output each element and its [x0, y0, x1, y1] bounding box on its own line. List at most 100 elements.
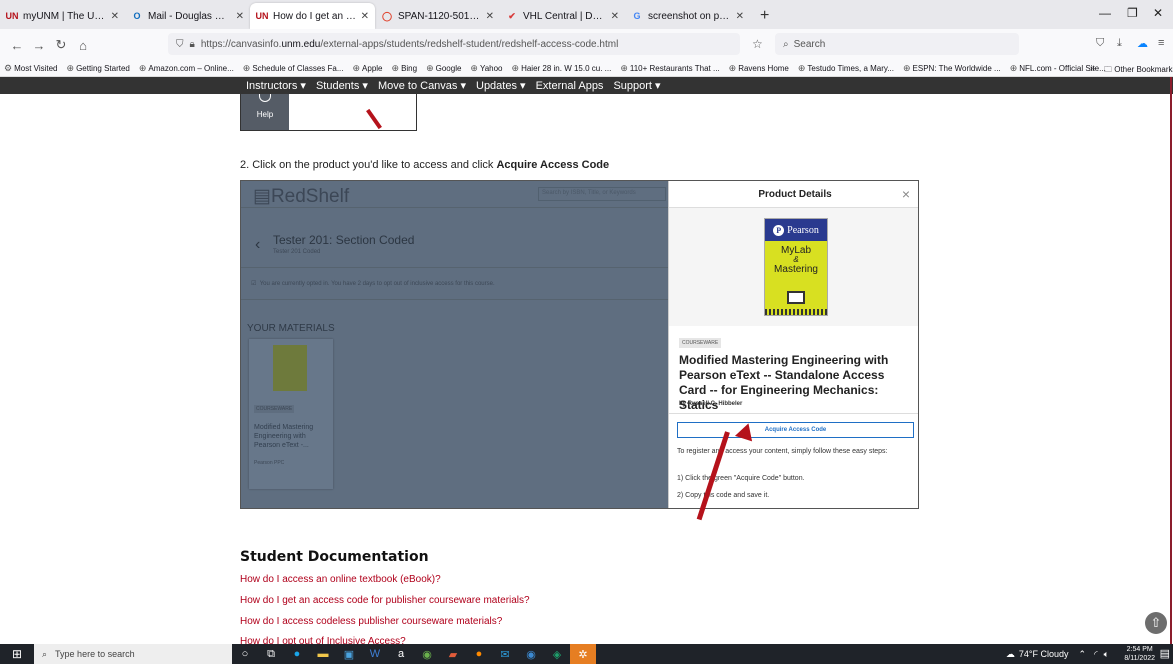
bookmark-item[interactable]: ⊕ Google: [426, 63, 461, 74]
close-window-icon[interactable]: ✕: [1153, 6, 1163, 20]
more-bookmarks-icon[interactable]: »: [1090, 63, 1095, 73]
bookmark-item[interactable]: ⊕ 110+ Restaurants That ...: [620, 63, 719, 74]
firefox-icon[interactable]: ●: [466, 644, 492, 664]
browser-tab[interactable]: Gscreenshot on pc - Google Sea ✕: [625, 3, 750, 29]
bookmark-item[interactable]: ⊕ ESPN: The Worldwide ...: [903, 63, 1001, 74]
browser-tab[interactable]: UN How do I get an access code fo ✕: [250, 3, 375, 29]
globe-icon: ⊕: [1009, 63, 1018, 73]
site-nav-item[interactable]: Move to Canvas ▾: [378, 79, 466, 92]
bookmark-label: ESPN: The Worldwide ...: [912, 64, 1001, 73]
help-screenshot: Help: [240, 94, 417, 131]
store-icon[interactable]: ▣: [336, 644, 362, 664]
bookmark-item[interactable]: ⊕ Getting Started: [67, 63, 130, 74]
account-icon[interactable]: ☁: [1137, 37, 1148, 50]
close-icon: ×: [901, 186, 910, 202]
bookmark-star-icon[interactable]: ☆: [752, 37, 763, 51]
browser-tab[interactable]: O Mail - Douglas Deane - Outlook ✕: [125, 3, 250, 29]
forward-icon[interactable]: →: [28, 38, 50, 53]
app-icon[interactable]: ◈: [544, 644, 570, 664]
url-bar[interactable]: ⛉ 🔒︎ https://canvasinfo. unm.edu/external…: [168, 33, 740, 55]
search-bar[interactable]: ⌕ Search: [775, 33, 1019, 55]
tab-close-icon[interactable]: ✕: [736, 11, 744, 22]
notification-icon[interactable]: ▤: [1160, 647, 1170, 660]
site-nav-item[interactable]: External Apps: [536, 80, 604, 92]
redshelf-background: ▤RedShelf Search by ISBN, Title, or Keyw…: [241, 181, 668, 508]
tab-close-icon[interactable]: ✕: [236, 11, 244, 22]
network-icon[interactable]: ◜: [1094, 649, 1098, 660]
minimize-icon[interactable]: —: [1099, 6, 1111, 20]
other-bookmarks[interactable]: 🗀︎ Other Bookmarks: [1104, 64, 1173, 76]
windows-start-icon[interactable]: ⊞: [0, 647, 34, 661]
maximize-icon[interactable]: ❐: [1127, 6, 1138, 20]
browser-tab[interactable]: ✔ VHL Central | Dashboard ✕: [500, 3, 625, 29]
chevron-up-icon[interactable]: ⌃: [1079, 649, 1087, 660]
shield-icon: ⛉: [176, 38, 184, 50]
bookmark-item[interactable]: ⚙ Most Visited: [4, 63, 58, 74]
doc-link-ebook[interactable]: How do I access an online textbook (eBoo…: [240, 574, 441, 585]
bookmark-item[interactable]: ⊕ Ravens Home: [729, 63, 789, 74]
mail-icon[interactable]: ✉: [492, 644, 518, 664]
tab-close-icon[interactable]: ✕: [611, 11, 619, 22]
site-nav-item[interactable]: Students ▾: [316, 79, 368, 92]
doc-link-access-code[interactable]: How do I get an access code for publishe…: [240, 595, 530, 606]
clock[interactable]: 2:54 PM 8/11/2022: [1124, 645, 1155, 663]
bookmark-label: Ravens Home: [738, 64, 789, 73]
cortana-icon[interactable]: ○: [232, 644, 258, 664]
site-nav-item[interactable]: Instructors ▾: [246, 79, 306, 92]
mylab-line2: Mastering: [774, 264, 818, 275]
bookmark-item[interactable]: ⊕ Yahoo: [470, 63, 502, 74]
bookmark-label: Amazon.com – Online...: [148, 64, 234, 73]
edge-icon[interactable]: ●: [284, 644, 310, 664]
tab-title: VHL Central | Dashboard: [523, 10, 607, 22]
taskbar-search-input[interactable]: ⌕ Type here to search: [34, 644, 232, 664]
tab-close-icon[interactable]: ✕: [361, 11, 369, 22]
chrome-icon[interactable]: ◉: [414, 644, 440, 664]
back-icon[interactable]: ←: [6, 38, 28, 53]
new-tab-button[interactable]: +: [750, 3, 779, 29]
pocket-icon[interactable]: ⛉: [1096, 37, 1104, 50]
file-explorer-icon[interactable]: ▬: [310, 644, 336, 664]
courseware-tag: COURSEWARE: [679, 338, 722, 348]
chrome-alt-icon[interactable]: ◉: [518, 644, 544, 664]
word-icon[interactable]: W: [362, 644, 388, 664]
tab-strip: UN myUNM | The University of New ✕ O Mail - …: [0, 0, 1173, 29]
home-icon[interactable]: ⌂: [72, 38, 94, 53]
download-icon[interactable]: ⤓: [1117, 37, 1122, 50]
browser-tab[interactable]: ◯ SPAN-1120-501 Fall 2022 ✕: [375, 3, 500, 29]
globe-icon: ⊕: [426, 63, 434, 73]
task-view-icon[interactable]: ⧉: [258, 644, 284, 664]
canvas-icon: ◯: [381, 10, 393, 21]
bookmark-item[interactable]: ⊕ Apple: [353, 63, 383, 74]
settings-icon[interactable]: ✲: [570, 644, 596, 664]
pearson-logo-icon: P: [773, 224, 785, 236]
bookmark-item[interactable]: ⊕ Bing: [392, 63, 418, 74]
mylab-ampersand: &: [793, 255, 799, 264]
bookmark-item[interactable]: ⊕ Haier 28 in. W 15.0 cu. ...: [512, 63, 612, 74]
menu-icon[interactable]: ≡: [1158, 37, 1164, 49]
bookmark-item[interactable]: ⊕ Testudo Times, a Mary...: [798, 63, 894, 74]
scroll-to-top-button[interactable]: ⇧: [1145, 612, 1167, 634]
windows-taskbar: ⊞ ⌕ Type here to search ○ ⧉ ● ▬ ▣ W a ◉ …: [0, 644, 1173, 664]
tab-title: How do I get an access code fo: [273, 10, 357, 22]
url-path: /external-apps/students/redshelf-student…: [320, 38, 619, 50]
bookmark-label: Getting Started: [76, 64, 130, 73]
unm-logo: UN: [255, 11, 269, 21]
search-icon: ⌕: [783, 38, 789, 50]
bookmark-item[interactable]: ⊕ Schedule of Classes Fa...: [243, 63, 344, 74]
volume-icon[interactable]: 🔈︎: [1104, 649, 1109, 660]
amazon-icon[interactable]: a: [388, 644, 414, 664]
globe-icon: ⊕: [242, 63, 251, 73]
tab-close-icon[interactable]: ✕: [111, 11, 119, 22]
tab-close-icon[interactable]: ✕: [486, 11, 494, 22]
browser-tab[interactable]: UN myUNM | The University of New ✕: [0, 3, 125, 29]
book-cover-thumbnail: [273, 345, 307, 391]
clock-time: 2:54 PM: [1126, 646, 1153, 653]
site-nav-item[interactable]: Support ▾: [613, 79, 660, 92]
card-publisher: Pearson PPC: [254, 460, 285, 466]
doc-link-codeless[interactable]: How do I access codeless publisher cours…: [240, 616, 502, 627]
site-nav-item[interactable]: Updates ▾: [476, 79, 526, 92]
globe-icon: ⊕: [470, 63, 478, 73]
bookmark-item[interactable]: ⊕ Amazon.com – Online...: [139, 63, 234, 74]
reload-icon[interactable]: ↻: [50, 37, 72, 53]
photos-icon[interactable]: ▰: [440, 644, 466, 664]
